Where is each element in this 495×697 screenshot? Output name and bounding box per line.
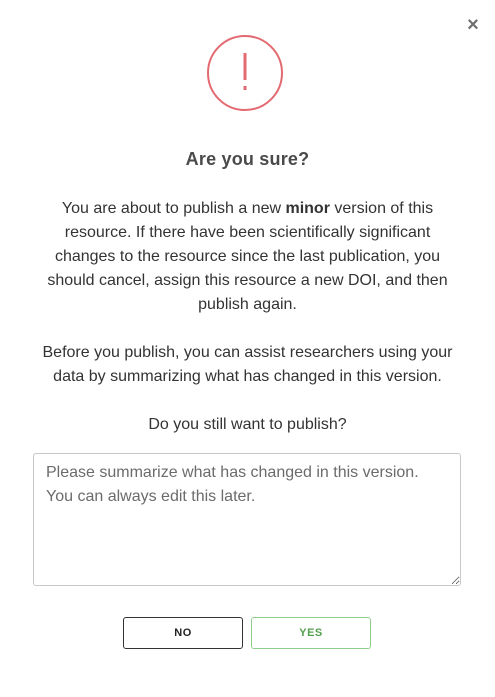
no-button-label: NO	[174, 627, 192, 639]
yes-button-label: YES	[299, 627, 323, 639]
confirm-question: Do you still want to publish?	[148, 416, 347, 433]
warning-paragraph: You are about to publish a new minor ver…	[40, 197, 455, 317]
change-summary-textarea[interactable]	[33, 453, 461, 586]
no-button[interactable]: NO	[123, 617, 243, 649]
version-type-emphasis: minor	[285, 200, 330, 217]
exclamation-circle-icon	[207, 35, 283, 111]
summary-hint-paragraph: Before you publish, you can assist resea…	[42, 344, 453, 385]
warning-text-start: You are about to publish a new	[61, 200, 286, 217]
yes-button[interactable]: YES	[251, 617, 371, 649]
publish-confirm-dialog: × Are you sure? You are about to publish…	[0, 0, 495, 697]
dialog-title: Are you sure?	[185, 149, 310, 169]
close-icon[interactable]: ×	[465, 14, 481, 36]
exclamation-mark	[243, 53, 247, 90]
